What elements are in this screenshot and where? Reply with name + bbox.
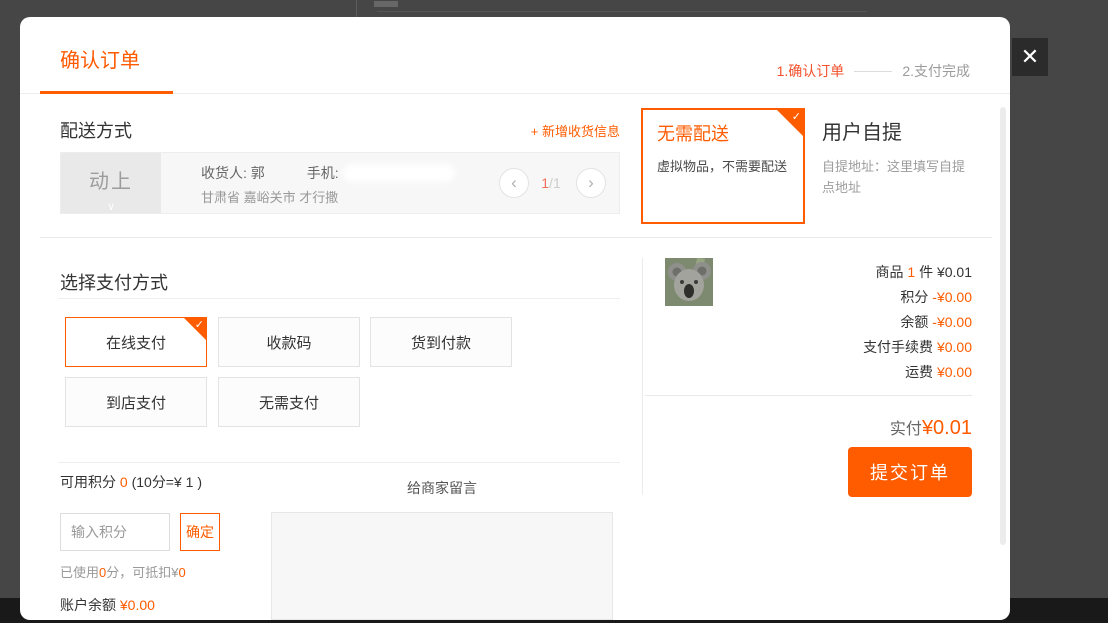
delivery-option-desc: 自提地址：这里填写自提点地址 — [822, 156, 974, 198]
payment-method-none[interactable]: 无需支付 — [218, 377, 360, 427]
delivery-option-self-pickup[interactable]: 用户自提 自提地址：这里填写自提点地址 — [822, 108, 984, 224]
title-underline — [40, 91, 173, 94]
goods-value: ¥0.01 — [937, 264, 972, 280]
phone-number-redacted — [343, 164, 455, 182]
background-rule — [377, 11, 867, 12]
section-divider — [40, 237, 992, 238]
points-rate: (10分=¥ 1 ) — [132, 474, 202, 490]
balance-label: 账户余额 — [60, 597, 116, 613]
page-backdrop: ✕ 确认订单 1.确认订单 2.支付完成 配送方式 + 新增收货信息 动上 ∨ … — [0, 0, 1108, 623]
summary-row: 余额 -¥0.00 — [863, 310, 972, 335]
payment-divider — [58, 298, 620, 299]
close-button[interactable]: ✕ — [1012, 38, 1048, 76]
row-label: 积分 — [900, 289, 928, 305]
submit-order-button[interactable]: 提交订单 — [848, 447, 972, 497]
row-label: 运费 — [905, 364, 933, 380]
address-tag-label: 动上 — [61, 165, 161, 194]
goods-qty: 1 — [907, 264, 915, 280]
address-prev-button[interactable]: ‹ — [499, 168, 529, 198]
address-pagination: 1/1 — [531, 175, 571, 191]
summary-vertical-divider — [642, 258, 643, 495]
points-available-line: 可用积分 0 (10分=¥ 1 ) — [60, 472, 202, 492]
row-value: -¥0.00 — [932, 314, 972, 330]
summary-goods-row: 商品 1 件 ¥0.01 — [863, 260, 972, 285]
goods-unit: 件 — [919, 264, 933, 280]
points-deduct-value: 0 — [178, 565, 185, 580]
checkout-steps: 1.确认订单 2.支付完成 — [777, 61, 970, 81]
total-line: 实付¥0.01 — [890, 415, 972, 440]
check-icon: ✓ — [792, 110, 801, 123]
payment-method-label: 收款码 — [266, 332, 311, 353]
delivery-option-title: 无需配送 — [657, 120, 729, 146]
address-region: 甘肃省 嘉峪关市 才行撒 — [201, 187, 338, 206]
row-label: 余额 — [900, 314, 928, 330]
payment-method-label: 在线支付 — [106, 332, 166, 353]
chevron-left-icon: ‹ — [511, 173, 517, 193]
background-text-remnant — [374, 1, 398, 7]
payment-section-title: 选择支付方式 — [60, 269, 168, 295]
row-value: -¥0.00 — [932, 289, 972, 305]
page-current: 1 — [541, 175, 549, 191]
points-label: 可用积分 — [60, 474, 116, 490]
balance-value: ¥0.00 — [120, 597, 155, 613]
row-value: ¥0.00 — [937, 364, 972, 380]
address-line1: 收货人: 郭 手机: — [201, 163, 455, 183]
total-label: 实付 — [890, 421, 922, 438]
payment-method-online[interactable]: ✓ 在线支付 — [65, 317, 207, 367]
delivery-option-desc: 虚拟物品，不需要配送 — [657, 156, 787, 175]
receiver-name: 郭 — [251, 163, 265, 183]
points-confirm-button[interactable]: 确定 — [180, 513, 220, 551]
page-total: 1 — [553, 175, 561, 191]
points-input[interactable] — [60, 513, 170, 551]
delivery-option-title: 用户自提 — [822, 116, 902, 145]
summary-divider — [645, 395, 972, 396]
product-image — [665, 258, 713, 306]
points-used-middle: 分，可抵扣¥ — [106, 565, 178, 580]
check-icon: ✓ — [195, 318, 204, 331]
address-card[interactable]: 动上 ∨ 收货人: 郭 手机: 甘肃省 嘉峪关市 才行撒 ‹ 1/1 › — [60, 152, 620, 214]
row-value: ¥0.00 — [937, 339, 972, 355]
summary-row: 支付手续费 ¥0.00 — [863, 335, 972, 360]
summary-row: 积分 -¥0.00 — [863, 285, 972, 310]
step-separator — [854, 71, 892, 72]
delivery-option-no-shipping[interactable]: ✓ 无需配送 虚拟物品，不需要配送 — [641, 108, 805, 224]
points-divider — [58, 462, 620, 463]
points-available-value: 0 — [120, 474, 128, 490]
points-used-line: 已使用0分，可抵扣¥0 — [60, 562, 186, 581]
address-next-button[interactable]: › — [576, 168, 606, 198]
address-tag[interactable]: 动上 ∨ — [61, 153, 161, 213]
merchant-message-textarea[interactable] — [271, 512, 613, 620]
points-used-prefix: 已使用 — [60, 565, 99, 580]
add-address-link[interactable]: + 新增收货信息 — [531, 121, 620, 140]
step-payment-done: 2.支付完成 — [902, 61, 970, 81]
account-balance-line: 账户余额 ¥0.00 — [60, 595, 155, 615]
total-value: ¥0.01 — [922, 417, 972, 439]
order-confirm-modal: 确认订单 1.确认订单 2.支付完成 配送方式 + 新增收货信息 动上 ∨ 收货… — [20, 17, 1010, 620]
receiver-label: 收货人: — [201, 163, 247, 183]
step-confirm-order: 1.确认订单 — [777, 61, 845, 81]
close-icon: ✕ — [1021, 44, 1039, 70]
payment-method-cod[interactable]: 货到付款 — [370, 317, 512, 367]
points-confirm-label: 确定 — [186, 522, 214, 542]
phone-label: 手机: — [307, 163, 339, 183]
payment-method-label: 无需支付 — [259, 392, 319, 413]
payment-method-qrcode[interactable]: 收款码 — [218, 317, 360, 367]
chevron-down-icon: ∨ — [61, 202, 161, 213]
row-label: 支付手续费 — [863, 339, 933, 355]
submit-order-label: 提交订单 — [870, 459, 950, 485]
merchant-message-label: 给商家留言 — [271, 478, 613, 498]
summary-row: 运费 ¥0.00 — [863, 360, 972, 385]
order-summary: 商品 1 件 ¥0.01 积分 -¥0.00 余额 -¥0.00 支付手续费 ¥… — [863, 260, 972, 385]
delivery-section-title: 配送方式 — [60, 117, 132, 143]
background-divider — [356, 0, 357, 17]
payment-method-label: 货到付款 — [411, 332, 471, 353]
chevron-right-icon: › — [588, 173, 594, 193]
modal-scrollbar-thumb[interactable] — [1000, 107, 1006, 545]
payment-method-instore[interactable]: 到店支付 — [65, 377, 207, 427]
payment-method-label: 到店支付 — [106, 392, 166, 413]
goods-label: 商品 — [875, 264, 903, 280]
modal-title: 确认订单 — [60, 44, 140, 73]
